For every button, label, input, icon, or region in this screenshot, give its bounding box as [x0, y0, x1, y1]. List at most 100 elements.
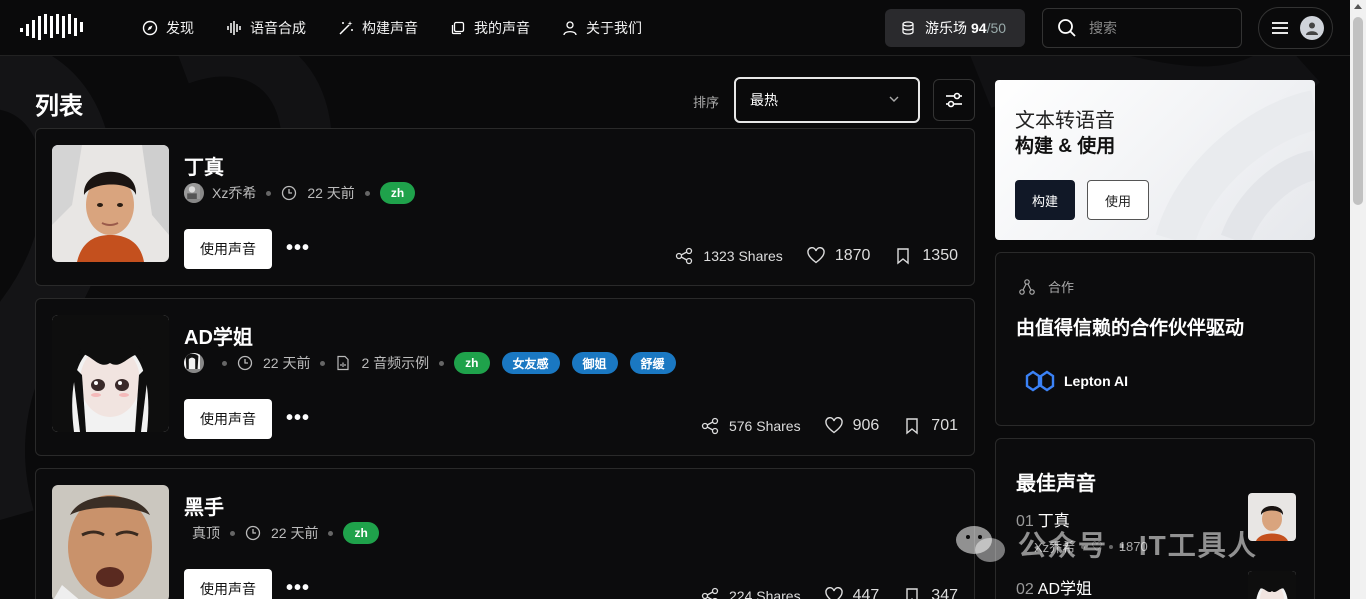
share-stat[interactable]: 576 Shares	[701, 417, 801, 435]
nav-label: 语音合成	[250, 20, 306, 36]
nav-about[interactable]: 关于我们	[562, 18, 642, 38]
like-count: 447	[852, 587, 880, 599]
voice-name[interactable]: 黑手	[184, 491, 224, 520]
voice-card[interactable]: 黑手 真顶 22 天前 zh 使用声音 ••• 224 Shares 447 3…	[35, 468, 975, 599]
share-count: 224 Shares	[728, 588, 801, 599]
voice-card[interactable]: AD学姐 22 天前 2 音频示例 zh 女友感 御姐 舒缓 使用声音 ••• …	[35, 298, 975, 456]
best-voice-item[interactable]: 01 丁真 Xz乔希 ♡ 1870	[1016, 493, 1296, 557]
voice-time: 22 天前	[263, 355, 311, 371]
best-voice-thumbnail	[1248, 493, 1296, 541]
more-options-button[interactable]: •••	[286, 237, 310, 260]
like-stat[interactable]: 1870	[807, 247, 871, 265]
author-name[interactable]: Xz乔希	[212, 183, 256, 203]
clock-icon	[245, 525, 261, 541]
best-likes: 1870	[1118, 539, 1148, 554]
style-tag[interactable]: 女友感	[501, 352, 560, 374]
compass-icon	[142, 20, 158, 36]
use-button[interactable]: 使用	[1087, 180, 1149, 220]
heart-icon: ♡	[1091, 538, 1103, 554]
separator-dot	[222, 360, 227, 366]
best-rank: 01	[1016, 513, 1034, 530]
scroll-up-arrow-icon[interactable]	[1354, 4, 1362, 9]
nav-discover[interactable]: 发现	[142, 18, 194, 38]
bookmark-icon	[906, 588, 918, 599]
quota-used: 94	[971, 20, 987, 36]
best-author: Xz乔希	[1034, 540, 1076, 555]
partner-name: Lepton AI	[1064, 373, 1129, 389]
like-count: 906	[852, 417, 880, 434]
language-tag[interactable]: zh	[379, 182, 416, 204]
separator-dot	[364, 190, 370, 196]
author-name[interactable]: 真顶	[192, 523, 220, 543]
playground-button[interactable]: 游乐场 94 /50	[885, 9, 1025, 47]
nav-my-voices[interactable]: 我的声音	[450, 18, 530, 38]
stack-icon	[451, 21, 465, 35]
style-tag[interactable]: 御姐	[571, 352, 618, 374]
like-count: 1870	[834, 247, 871, 264]
nav-tts[interactable]: 语音合成	[226, 18, 306, 38]
account-menu-button[interactable]	[1258, 7, 1333, 49]
nav-label: 我的声音	[474, 20, 530, 36]
hamburger-icon	[1272, 22, 1288, 34]
share-count: 1323 Shares	[703, 248, 783, 264]
style-tag[interactable]: 舒缓	[629, 352, 676, 374]
like-stat[interactable]: 906	[824, 417, 880, 435]
network-icon	[1019, 278, 1035, 295]
sort-label: 排序	[693, 95, 720, 110]
voice-card[interactable]: 丁真 Xz乔希 22 天前 zh 使用声音 ••• 1323 Shares 18…	[35, 128, 975, 286]
use-voice-button[interactable]: 使用声音	[184, 399, 272, 439]
more-options-button[interactable]: •••	[286, 407, 310, 430]
sort-select[interactable]: 最热	[734, 77, 920, 123]
page-scrollbar[interactable]	[1350, 0, 1366, 599]
voice-time: 22 天前	[307, 185, 355, 201]
build-button[interactable]: 构建	[1015, 180, 1075, 220]
author-avatar	[184, 183, 204, 203]
user-avatar-icon	[1306, 22, 1318, 35]
search-input[interactable]: 搜索	[1042, 8, 1242, 48]
use-voice-button[interactable]: 使用声音	[184, 569, 272, 599]
best-rank: 02	[1016, 581, 1034, 598]
share-stat[interactable]: 224 Shares	[701, 587, 801, 599]
save-stat[interactable]: 701	[903, 417, 958, 435]
avatar	[1300, 16, 1324, 40]
clock-icon	[237, 355, 253, 371]
scroll-thumb[interactable]	[1353, 17, 1363, 205]
best-voice-item[interactable]: 02 AD学姐	[1016, 571, 1296, 599]
share-stat[interactable]: 1323 Shares	[675, 247, 783, 265]
share-icon	[701, 587, 719, 599]
best-heading: 最佳声音	[1016, 473, 1096, 495]
voice-meta: 真顶 22 天前 zh	[184, 521, 391, 545]
voice-name[interactable]: AD学姐	[184, 321, 253, 350]
bookmark-icon	[897, 248, 910, 265]
voice-thumbnail	[52, 485, 169, 599]
heart-icon	[824, 417, 843, 434]
nav-label: 构建声音	[362, 20, 418, 36]
logo[interactable]	[20, 14, 86, 40]
partner-label: 合作	[1048, 280, 1075, 295]
voice-stats: 224 Shares 447 347	[677, 587, 958, 599]
voice-stats: 1323 Shares 1870 1350	[651, 247, 958, 265]
language-tag[interactable]: zh	[343, 522, 379, 544]
nav-build-voice[interactable]: 构建声音	[338, 18, 418, 38]
use-voice-button[interactable]: 使用声音	[184, 229, 272, 269]
voice-thumbnail	[52, 145, 169, 262]
save-stat[interactable]: 347	[903, 587, 958, 599]
sort-value: 最热	[750, 92, 778, 108]
best-name: 丁真	[1037, 513, 1070, 530]
filter-button[interactable]	[933, 79, 975, 121]
save-stat[interactable]: 1350	[894, 247, 958, 265]
top-navbar: 发现 语音合成 构建声音 我的声音 关于我们 游乐场 94 /50 搜索	[0, 0, 1350, 56]
clock-icon	[282, 185, 297, 201]
more-options-button[interactable]: •••	[286, 577, 310, 599]
page-title: 列表	[35, 93, 83, 120]
language-tag[interactable]: zh	[454, 352, 490, 374]
voice-name[interactable]: 丁真	[184, 151, 224, 180]
tts-title: 文本转语音	[1015, 110, 1115, 132]
best-name: AD学姐	[1037, 581, 1093, 598]
like-stat[interactable]: 447	[824, 587, 880, 599]
lepton-ai-link[interactable]: Lepton AI	[1024, 369, 1128, 393]
chevron-down-icon	[889, 96, 899, 102]
tts-promo-card: 文本转语音 构建 & 使用 构建 使用	[995, 80, 1315, 240]
save-count: 1350	[922, 247, 958, 264]
share-icon	[701, 417, 719, 435]
